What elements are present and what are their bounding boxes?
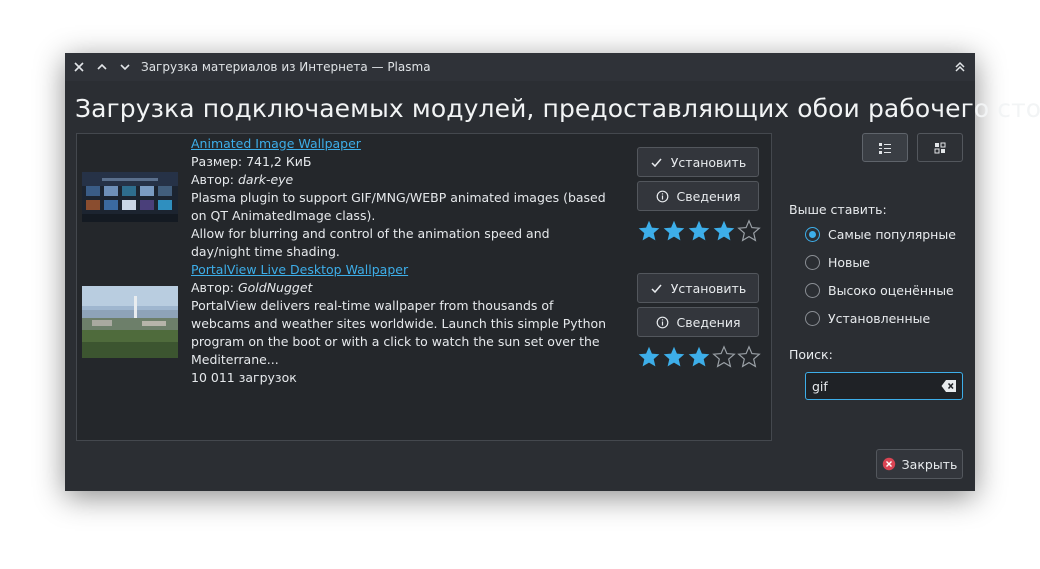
- item-details: Animated Image Wallpaper Размер: 741,2 К…: [191, 135, 611, 261]
- window-title: Загрузка материалов из Интернета — Plasm…: [141, 60, 431, 74]
- star-filled-icon[interactable]: [637, 345, 661, 369]
- star-empty-icon[interactable]: [737, 345, 761, 369]
- grid-icon: [934, 142, 946, 153]
- details-list-icon: [879, 142, 891, 154]
- details-button[interactable]: Сведения: [637, 307, 759, 337]
- search-input[interactable]: [806, 374, 932, 398]
- page-title: Загрузка подключаемых модулей, предостав…: [75, 94, 1040, 123]
- radio-button[interactable]: [805, 227, 820, 242]
- star-filled-icon[interactable]: [687, 345, 711, 369]
- close-icon: [74, 62, 84, 72]
- content-list[interactable]: Animated Image Wallpaper Размер: 741,2 К…: [76, 133, 772, 441]
- star-empty-icon[interactable]: [712, 345, 736, 369]
- close-button[interactable]: Закрыть: [876, 449, 963, 479]
- item-size: Размер: 741,2 КиБ: [191, 154, 312, 169]
- item-thumbnail[interactable]: [82, 286, 178, 358]
- item-details: PortalView Live Desktop Wallpaper Автор:…: [191, 261, 611, 387]
- star-filled-icon[interactable]: [637, 219, 661, 243]
- star-filled-icon[interactable]: [662, 219, 686, 243]
- star-filled-icon[interactable]: [712, 219, 736, 243]
- info-icon: [656, 189, 670, 203]
- item-author: Автор: dark-eye: [191, 172, 294, 187]
- dialog-window: Загрузка материалов из Интернета — Plasm…: [65, 53, 1040, 491]
- star-filled-icon[interactable]: [662, 345, 686, 369]
- title-bar[interactable]: Загрузка материалов из Интернета — Plasm…: [65, 53, 975, 81]
- item-author: Автор: GoldNugget: [191, 280, 313, 295]
- radio-button[interactable]: [805, 255, 820, 270]
- sort-option-installed[interactable]: Установленные: [805, 311, 930, 326]
- clear-backspace-icon: [941, 380, 956, 392]
- rating-stars[interactable]: [637, 219, 761, 245]
- star-filled-icon[interactable]: [687, 219, 711, 243]
- radio-button[interactable]: [805, 283, 820, 298]
- maximize-window-button[interactable]: [116, 58, 134, 76]
- minimize-window-button[interactable]: [93, 58, 111, 76]
- item-thumbnail[interactable]: [82, 172, 178, 222]
- checkmark-icon: [650, 281, 664, 295]
- view-details-button[interactable]: [862, 133, 908, 162]
- checkmark-icon: [650, 155, 664, 169]
- clear-search-button[interactable]: [941, 379, 957, 393]
- sort-option-highest-rated[interactable]: Высоко оценённые: [805, 283, 954, 298]
- item-title-link[interactable]: Animated Image Wallpaper: [191, 135, 611, 153]
- info-icon: [656, 315, 670, 329]
- double-chevron-up-icon: [955, 61, 965, 72]
- install-button[interactable]: Установить: [637, 147, 759, 177]
- view-grid-button[interactable]: [917, 133, 963, 162]
- sort-option-newest[interactable]: Новые: [805, 255, 870, 270]
- star-empty-icon[interactable]: [737, 219, 761, 243]
- item-description: Plasma plugin to support GIF/MNG/WEBP an…: [191, 190, 606, 223]
- search-field[interactable]: [805, 372, 963, 400]
- search-label: Поиск:: [789, 347, 833, 362]
- radio-button[interactable]: [805, 311, 820, 326]
- sort-label: Выше ставить:: [789, 202, 887, 217]
- sort-option-popular[interactable]: Самые популярные: [805, 227, 956, 242]
- chevron-up-icon: [97, 63, 107, 70]
- close-circle-icon: [882, 457, 895, 471]
- keep-above-button[interactable]: [951, 58, 969, 76]
- item-description-extra: Allow for blurring and control of the an…: [191, 226, 550, 259]
- close-window-button[interactable]: [70, 58, 88, 76]
- item-description: PortalView delivers real-time wallpaper …: [191, 298, 607, 367]
- install-button[interactable]: Установить: [637, 273, 759, 303]
- details-button[interactable]: Сведения: [637, 181, 759, 211]
- item-title-link[interactable]: PortalView Live Desktop Wallpaper: [191, 261, 611, 279]
- rating-stars[interactable]: [637, 345, 761, 371]
- item-downloads: 10 011 загрузок: [191, 370, 297, 385]
- chevron-down-icon: [120, 64, 130, 71]
